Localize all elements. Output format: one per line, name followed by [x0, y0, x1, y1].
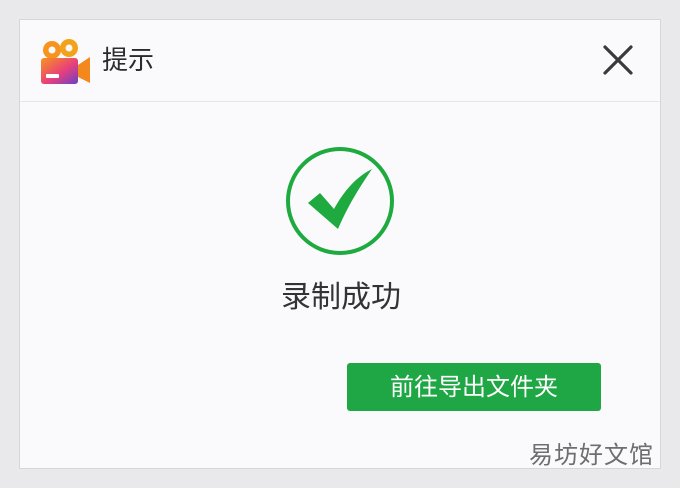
dialog-titlebar: 提示: [20, 20, 660, 102]
close-icon[interactable]: [598, 40, 638, 80]
success-message: 录制成功: [281, 280, 401, 315]
dialog-title: 提示: [102, 46, 155, 76]
prompt-dialog: 提示 录制成功 前往导出文件夹: [19, 19, 661, 469]
open-export-folder-button[interactable]: 前往导出文件夹: [347, 363, 601, 411]
check-circle-icon: [286, 147, 394, 255]
video-camera-icon: [41, 39, 90, 84]
watermark-text: 易坊好文馆: [529, 441, 654, 469]
